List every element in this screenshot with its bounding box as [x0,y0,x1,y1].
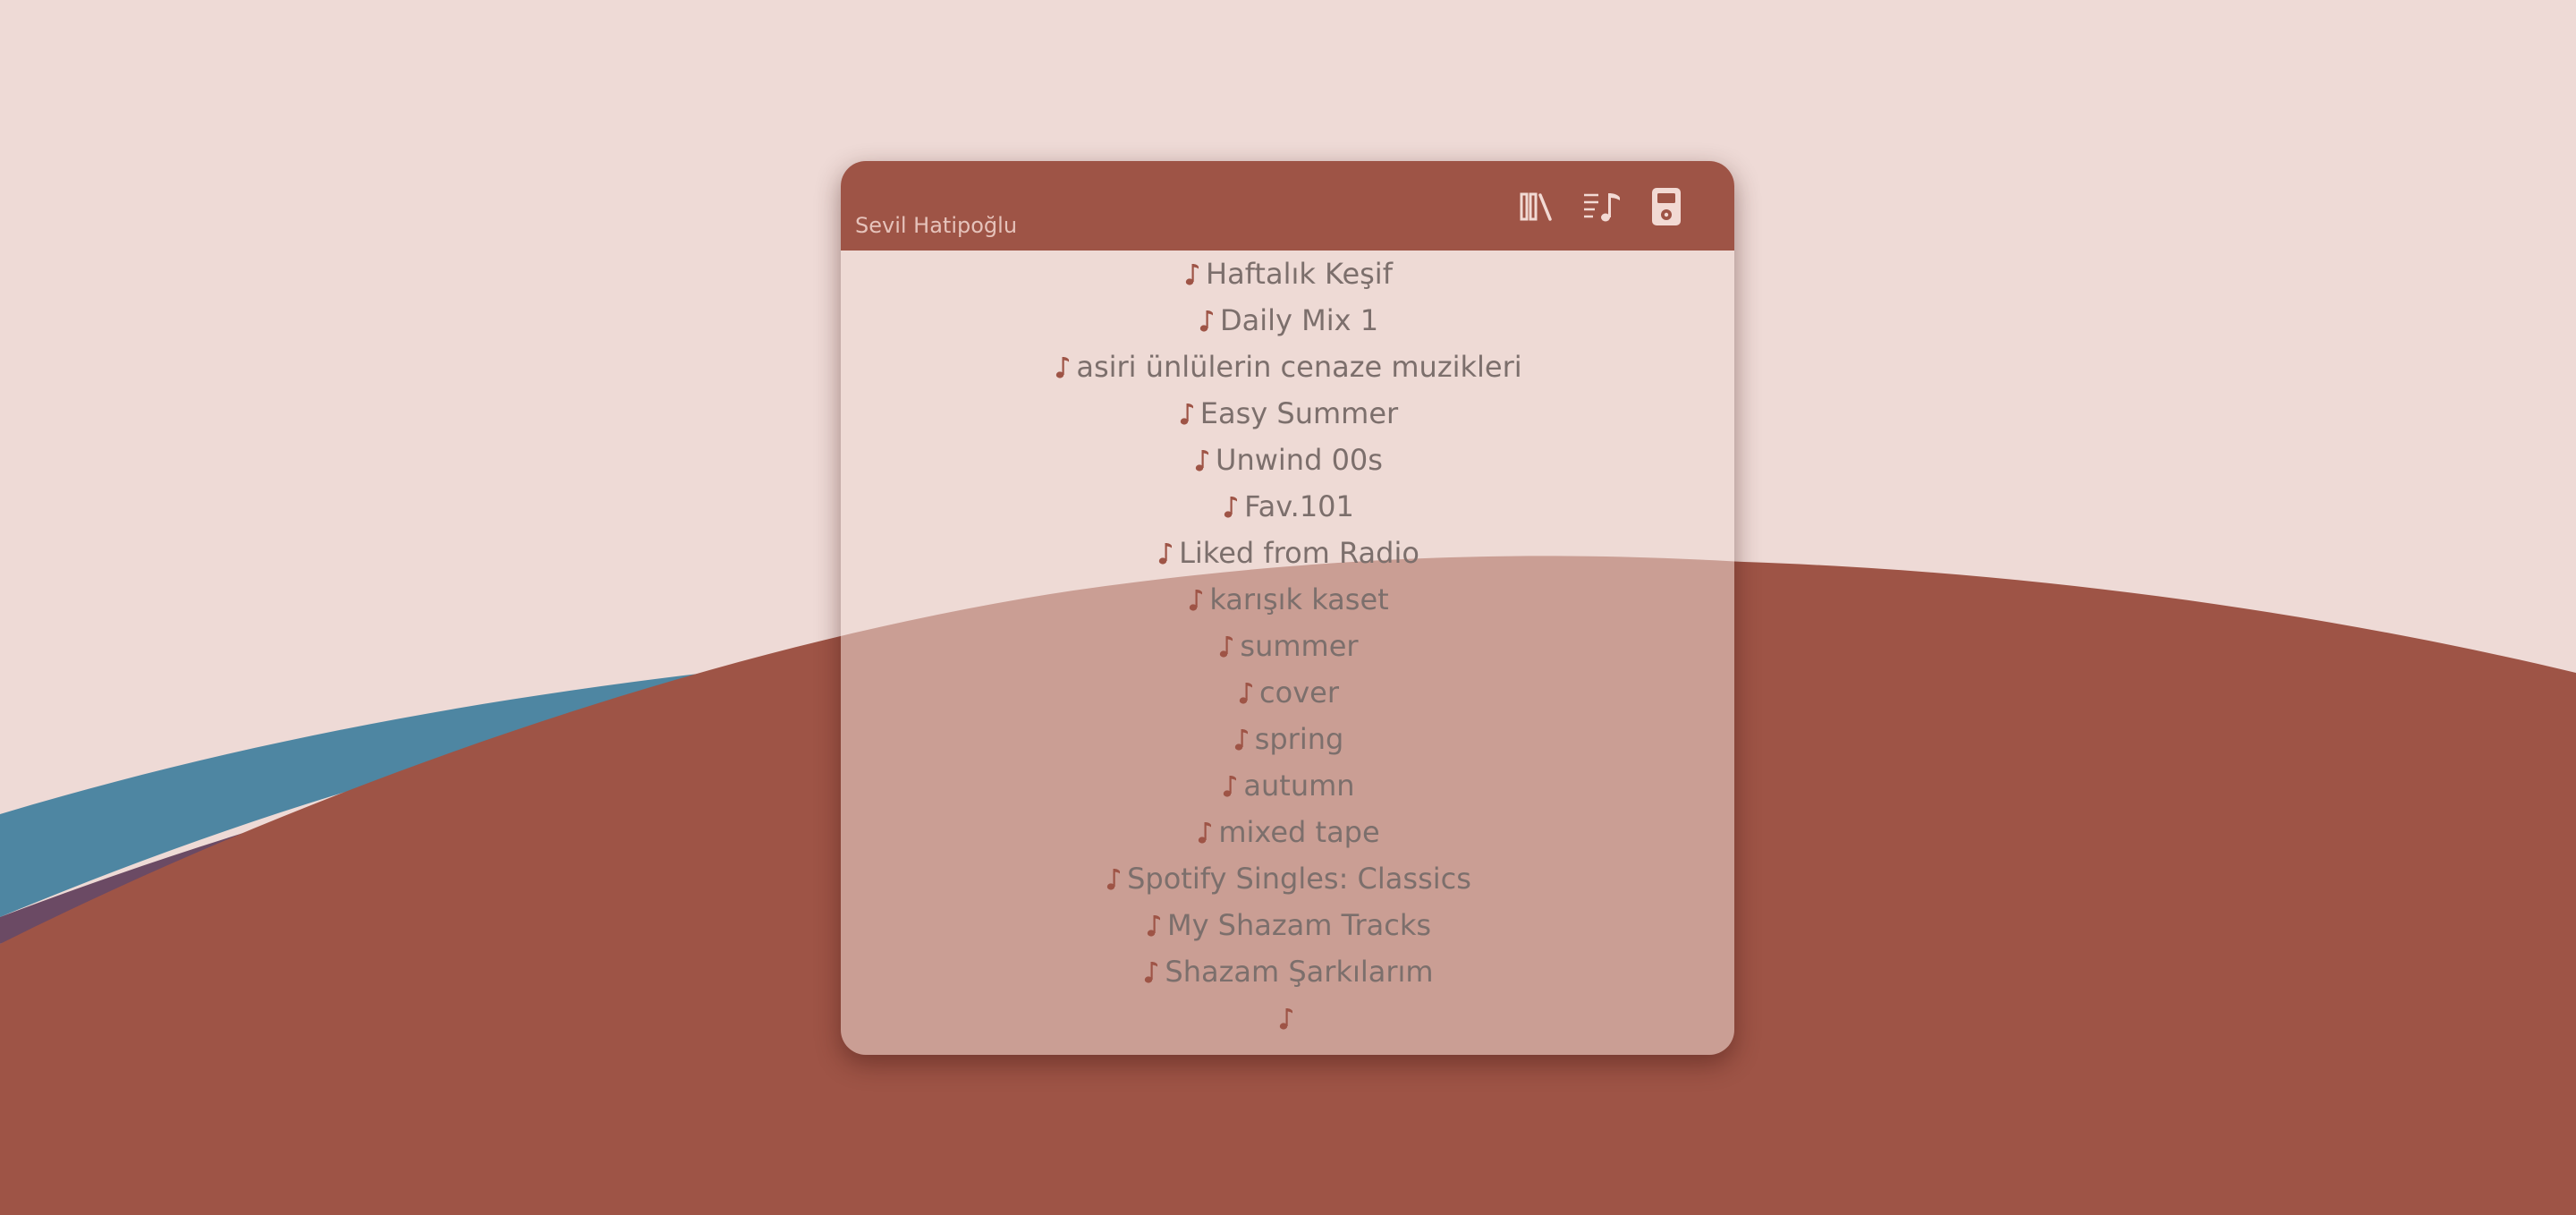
music-note-icon [1156,538,1175,568]
playlist-item[interactable]: spring [841,716,1734,762]
playlist-label: Liked from Radio [1179,536,1419,570]
playlist-item[interactable]: Easy Summer [841,390,1734,437]
playlist-list: Haftalık Keşif Daily Mix 1 asiri ünlülerin… [841,251,1734,1041]
playlist-label: mixed tape [1218,815,1380,849]
playlist-item[interactable]: Unwind 00s [841,437,1734,483]
music-note-icon [1220,770,1240,801]
window-header: Sevil Hatipoğlu [841,161,1734,251]
playlist-window: Sevil Hatipoğlu Haftalık Keşif Daily Mix… [841,161,1734,1055]
library-button[interactable] [1518,187,1557,226]
music-note-icon [1104,863,1123,894]
music-note-icon [1221,491,1241,522]
playlist-label: autumn [1243,769,1355,803]
music-note-icon [1236,677,1256,708]
music-note-icon [1192,445,1212,475]
music-note-icon [1141,956,1161,987]
playlist-label: Daily Mix 1 [1219,303,1379,337]
playlist-item[interactable]: asiri ünlülerin cenaze muzikleri [841,344,1734,390]
playlist-item[interactable]: Haftalık Keşif [841,251,1734,297]
music-note-icon [1197,305,1216,336]
playlist-label: spring [1254,722,1344,756]
playlist-label: Unwind 00s [1216,443,1383,477]
music-note-icon [1195,817,1215,847]
playlist-label: cover [1259,675,1339,709]
playlist-item[interactable]: Daily Mix 1 [841,297,1734,344]
playlist-item[interactable]: Spotify Singles: Classics [841,855,1734,902]
playlist-label: Easy Summer [1199,396,1399,430]
music-note-icon [1186,584,1206,615]
music-note-icon [1216,631,1236,661]
queue-music-icon [1584,193,1620,222]
playlist-item[interactable]: summer [841,623,1734,669]
playlist-item[interactable]: Liked from Radio [841,530,1734,576]
queue-button[interactable] [1582,187,1622,226]
playlist-label: My Shazam Tracks [1166,908,1432,942]
playlist-item[interactable] [841,995,1734,1041]
device-icon [1652,188,1681,225]
music-note-icon [1144,910,1164,940]
playlist-label: karışık kaset [1209,582,1389,616]
toolbar [1518,183,1686,231]
playlist-label: summer [1240,629,1359,663]
playlist-label: Spotify Singles: Classics [1127,862,1471,896]
playlist-item[interactable]: karışık kaset [841,576,1734,623]
playlist-item[interactable]: autumn [841,762,1734,809]
music-note-icon [1177,398,1197,429]
playlist-item[interactable]: Fav.101 [841,483,1734,530]
library-icon [1520,192,1552,221]
device-button[interactable] [1647,187,1686,226]
playlist-label: Fav.101 [1244,489,1354,523]
playlist-item[interactable]: My Shazam Tracks [841,902,1734,948]
playlist-label: Haftalık Keşif [1206,257,1393,291]
playlist-label: asiri ünlülerin cenaze muzikleri [1076,350,1522,384]
music-note-icon [1276,1003,1296,1033]
playlist-item[interactable]: cover [841,669,1734,716]
playlist-item[interactable]: mixed tape [841,809,1734,855]
music-note-icon [1182,259,1202,289]
playlist-label: Shazam Şarkılarım [1165,955,1434,989]
user-name: Sevil Hatipoğlu [855,213,1018,238]
music-note-icon [1053,352,1072,382]
music-note-icon [1232,724,1251,754]
playlist-item[interactable]: Shazam Şarkılarım [841,948,1734,995]
